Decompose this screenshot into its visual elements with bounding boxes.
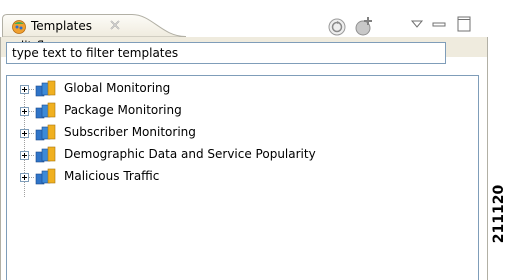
minimize-icon[interactable] xyxy=(432,18,446,30)
view-menu-icon[interactable] xyxy=(410,18,424,30)
tree-item-package-monitoring[interactable]: Package Monitoring xyxy=(7,102,467,124)
tree-item-label: Global Monitoring xyxy=(64,81,171,95)
plus-expander-icon[interactable] xyxy=(20,129,29,138)
template-folder-icon xyxy=(35,124,56,141)
add-template-icon[interactable] xyxy=(354,15,376,37)
tab-label: Templates xyxy=(31,19,93,33)
view-tab-bar: Templates xyxy=(0,0,510,37)
template-folder-icon xyxy=(35,80,56,97)
template-folder-icon xyxy=(35,168,56,185)
tab-shape xyxy=(2,14,186,37)
template-tree: Global Monitoring Package Monitoring Sub… xyxy=(6,75,479,280)
plus-expander-icon[interactable] xyxy=(20,151,29,160)
filter-input[interactable]: type text to filter templates xyxy=(6,42,446,64)
maximize-icon[interactable] xyxy=(457,15,471,33)
template-folder-icon xyxy=(35,102,56,119)
tree-item-label: Subscriber Monitoring xyxy=(64,125,196,139)
tree-item-global-monitoring[interactable]: Global Monitoring xyxy=(7,80,467,102)
refresh-icon[interactable] xyxy=(327,17,347,37)
tree-item-malicious-traffic[interactable]: Malicious Traffic xyxy=(7,168,467,190)
figure-code-text: 211120 xyxy=(491,184,507,244)
tree-item-label: Demographic Data and Service Popularity xyxy=(64,147,316,161)
tree-item-label: Malicious Traffic xyxy=(64,169,160,183)
tree-item-label: Package Monitoring xyxy=(64,103,182,117)
figure-code: 211120 xyxy=(489,150,509,278)
tree-item-subscriber-monitoring[interactable]: Subscriber Monitoring xyxy=(7,124,467,146)
filter-text: type text to filter templates xyxy=(12,46,179,60)
template-folder-icon xyxy=(35,146,56,163)
templates-icon xyxy=(12,20,26,34)
plus-expander-icon[interactable] xyxy=(20,173,29,182)
plus-expander-icon[interactable] xyxy=(20,85,29,94)
plus-expander-icon[interactable] xyxy=(20,107,29,116)
tab-templates[interactable]: Templates xyxy=(2,14,186,37)
close-icon[interactable] xyxy=(108,18,122,32)
tree-item-demographic-data[interactable]: Demographic Data and Service Popularity xyxy=(7,146,467,168)
